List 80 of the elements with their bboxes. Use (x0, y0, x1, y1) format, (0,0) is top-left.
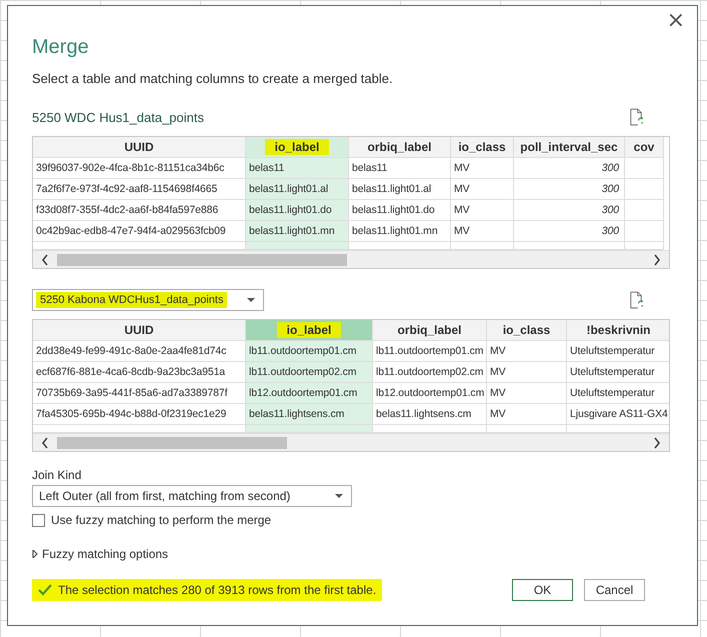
table-cell: lb11.outdoortemp02.cm (373, 362, 487, 383)
table-cell: lb11.outdoortemp02.cm (246, 362, 373, 383)
close-button[interactable]: × (662, 8, 689, 33)
table-cell: belas11.light01.al (246, 179, 349, 200)
table-cell: MV (451, 221, 514, 242)
column-header[interactable]: io_class (487, 320, 567, 341)
table-cell: 300 (514, 158, 625, 179)
table-cell: belas11.lightsens.cm (246, 404, 373, 425)
cancel-button[interactable]: Cancel (584, 579, 645, 601)
horizontal-scrollbar[interactable] (33, 433, 669, 451)
checkmark-icon (38, 584, 52, 596)
table-cell: MV (451, 158, 514, 179)
expand-icon (32, 550, 38, 558)
column-header[interactable]: orbiq_label (373, 320, 487, 341)
table-cell: 7fa45305-695b-494c-b88d-0f2319ec1e29 (33, 404, 246, 425)
column-header[interactable]: io_label (246, 320, 373, 341)
table-cell: belas11.lightsens.cm (373, 404, 487, 425)
table-cell: belas11.light01.al (349, 179, 451, 200)
column-header[interactable]: io_class (451, 137, 514, 158)
table-cell: 2dd38e49-fe99-491c-8a0e-2aa4fe81d74c (33, 341, 246, 362)
table-cell: MV (451, 179, 514, 200)
join-kind-dropdown[interactable]: Left Outer (all from first, matching from second) (32, 485, 352, 507)
checkbox-label: Use fuzzy matching to perform the merge (51, 513, 272, 527)
table-cell: 70735b69-3a95-441f-85a6-ad7a3389787f (33, 383, 246, 404)
table-name: 5250 WDC Hus1_data_points (32, 110, 204, 124)
table-cell: Uteluftstemperatur (567, 383, 669, 404)
dialog-subtitle: Select a table and matching columns to create a merged table. (32, 71, 394, 86)
table-cell (625, 179, 664, 200)
table-cell: 0c42b9ac-edb8-47e7-94f4-a029563fcb09 (33, 221, 246, 242)
column-header[interactable]: poll_interval_sec (514, 137, 625, 158)
table-cell: belas11.light01.do (246, 200, 349, 221)
table-cell: MV (487, 362, 567, 383)
fuzzy-options-expander[interactable]: Fuzzy matching options (32, 547, 673, 561)
column-header[interactable]: orbiq_label (349, 137, 451, 158)
table-dropdown[interactable]: 5250 Kabona WDCHus1_data_points (32, 289, 264, 311)
table-cell: MV (451, 200, 514, 221)
table-cell (625, 200, 664, 221)
checkbox[interactable] (32, 514, 45, 526)
table-cell: belas11 (349, 158, 451, 179)
table-cell: Ljusgivare AS11-GX4 (567, 404, 669, 425)
table-cell: Uteluftstemperatur (567, 362, 669, 383)
table-cell (625, 221, 664, 242)
column-header[interactable]: io_label (246, 137, 349, 158)
table-cell: 300 (514, 179, 625, 200)
scroll-left-icon[interactable] (41, 436, 49, 448)
caret-icon (247, 298, 255, 302)
refresh-file-icon[interactable] (629, 108, 643, 126)
table-cell: lb12.outdoortemp01.cm (246, 383, 373, 404)
caret-icon (335, 494, 343, 498)
table-cell: 300 (514, 200, 625, 221)
table-cell: ecf687f6-881e-4ca6-8cdb-9a23bc3a951a (33, 362, 246, 383)
table-cell: belas11.light01.mn (349, 221, 451, 242)
scroll-right-icon[interactable] (653, 436, 661, 448)
status-message: The selection matches 280 of 3913 rows from the first table. (32, 579, 382, 601)
table-cell: lb11.outdoortemp01.cm (246, 341, 373, 362)
column-header[interactable]: UUID (33, 320, 246, 341)
column-header[interactable]: UUID (33, 137, 246, 158)
table-cell: 7a2f6f7e-973f-4c92-aaf8-1154698f4665 (33, 179, 246, 200)
horizontal-scrollbar[interactable] (33, 250, 669, 268)
column-header[interactable]: cov (625, 137, 664, 158)
table-cell: MV (487, 404, 567, 425)
ok-button[interactable]: OK (512, 579, 573, 601)
join-kind-label: Join Kind (32, 468, 82, 482)
dialog-title: Merge (32, 36, 90, 59)
table-cell: belas11 (246, 158, 349, 179)
scroll-right-icon[interactable] (653, 254, 661, 266)
table-cell: belas11.light01.do (349, 200, 451, 221)
table-cell: Uteluftstemperatur (567, 341, 669, 362)
table-cell: 39f96037-902e-4fca-8b1c-81151ca34b6c (33, 158, 246, 179)
table-cell: lb11.outdoortemp01.cm (373, 341, 487, 362)
scroll-left-icon[interactable] (41, 254, 49, 266)
table-cell (625, 158, 664, 179)
table-cell: belas11.light01.mn (246, 221, 349, 242)
column-header[interactable]: !beskrivnin (567, 320, 669, 341)
table-cell: MV (487, 383, 567, 404)
table-cell: f33d08f7-355f-4dc2-aa6f-b84fa597e886 (33, 200, 246, 221)
table-cell: MV (487, 341, 567, 362)
table-cell: 300 (514, 221, 625, 242)
refresh-file-icon[interactable] (629, 291, 643, 309)
table-cell: lb12.outdoortemp01.cm (373, 383, 487, 404)
